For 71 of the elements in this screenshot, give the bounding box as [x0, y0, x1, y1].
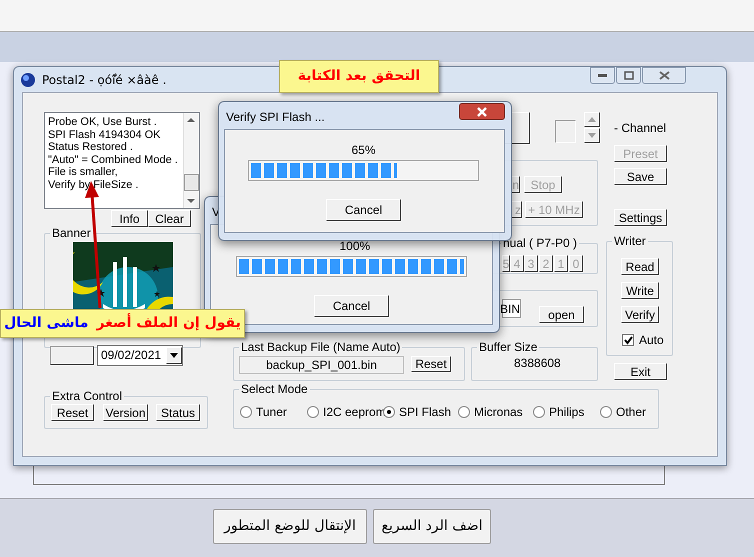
close-button[interactable] — [642, 67, 686, 84]
scroll-up-icon[interactable] — [186, 116, 196, 124]
writer-label: Writer — [612, 234, 648, 248]
date-field[interactable]: 09/02/2021 — [97, 345, 183, 366]
close-icon — [658, 71, 670, 80]
file-type-field: BIN — [502, 299, 521, 318]
percent-label: 65% — [352, 143, 376, 157]
buffer-size-value: 8388608 — [514, 356, 561, 370]
side-button[interactable]: Save — [614, 168, 667, 185]
radio-label: Micronas — [474, 405, 523, 419]
info-button[interactable]: Info — [111, 210, 148, 227]
close-button[interactable] — [459, 103, 505, 120]
percent-label: 100% — [340, 239, 370, 253]
minimize-icon — [598, 74, 607, 77]
annotation-text: التحقق بعد الكتابة — [298, 67, 420, 86]
log-line: Verify by FileSize . — [48, 178, 138, 191]
reply-button[interactable]: الإنتقال للوضع المتطور — [213, 509, 367, 544]
checkbox-label: Auto — [639, 333, 664, 347]
radio-label: Philips — [549, 405, 584, 419]
log-line: SPI Flash 4194304 OK — [48, 128, 161, 141]
manual-group-label: nual ( P7-P0 ) — [501, 236, 580, 250]
dropdown-button[interactable] — [166, 347, 182, 364]
open-button[interactable]: open — [539, 306, 584, 323]
maximize-icon — [624, 71, 634, 80]
spin-up-button[interactable] — [584, 112, 600, 127]
spin-down-button[interactable] — [584, 128, 600, 143]
writer-button[interactable]: Read — [621, 258, 659, 275]
control-button[interactable]: Status — [156, 404, 200, 421]
caret-down-icon — [170, 353, 178, 358]
caret-down-icon — [588, 133, 596, 138]
radio-label: Tuner — [256, 405, 287, 419]
log-line: "Auto" = Combined Mode . — [48, 154, 178, 166]
maximize-button[interactable] — [616, 67, 641, 84]
log-line: File is smaller, — [48, 166, 118, 178]
radio-label: Other — [616, 405, 646, 419]
blank-button[interactable] — [50, 346, 94, 365]
close-icon — [476, 106, 488, 116]
checkmark-icon — [624, 336, 632, 344]
auto-checkbox[interactable] — [622, 334, 634, 346]
dialog-title: Verify SPI Flash ... — [226, 110, 325, 124]
select-mode-label: Select Mode — [239, 382, 310, 396]
cancel-button[interactable]: Cancel — [314, 295, 389, 317]
scroll-thumb[interactable] — [184, 174, 199, 191]
file-name-field: backup_SPI_001.bin — [239, 356, 404, 374]
reset-button[interactable]: Reset — [411, 356, 451, 372]
writer-button[interactable]: Verify — [621, 306, 659, 323]
caret-up-icon — [588, 117, 596, 122]
writer-button[interactable]: Write — [621, 282, 659, 299]
annotation-text: يقول إن الملف أصغر — [96, 313, 241, 333]
reply-button[interactable]: اضف الرد السريع — [373, 509, 491, 544]
channel-box — [555, 120, 576, 143]
control-button[interactable]: Version — [103, 404, 148, 421]
control-button[interactable]: Reset — [51, 404, 94, 421]
buffer-size-label: Buffer Size — [477, 340, 540, 354]
minimize-button[interactable] — [590, 67, 615, 84]
cancel-button[interactable]: Cancel — [326, 199, 401, 221]
log-line: Probe OK, Use Burst . — [48, 116, 157, 128]
clear-button[interactable]: Clear — [148, 210, 191, 227]
scroll-down-icon[interactable] — [186, 197, 196, 205]
date-value: 09/02/2021 — [101, 348, 162, 363]
radio-label: SPI Flash — [399, 405, 452, 419]
last-backup-label: Last Backup File (Name Auto) — [239, 340, 402, 354]
extra-control-label: Extra Control — [50, 389, 124, 403]
banner-label: Banner — [50, 226, 93, 240]
side-button[interactable]: Settings — [614, 209, 667, 226]
log-line: Status Restored . — [48, 141, 133, 154]
annotation-text: ماشى الحال — [4, 314, 88, 333]
globe-icon — [20, 72, 36, 88]
channel-label: - Channel — [614, 121, 666, 135]
window-title: Postal2 - ọóٌîé ×âàê . — [42, 73, 166, 87]
exit-button[interactable]: Exit — [614, 363, 667, 380]
